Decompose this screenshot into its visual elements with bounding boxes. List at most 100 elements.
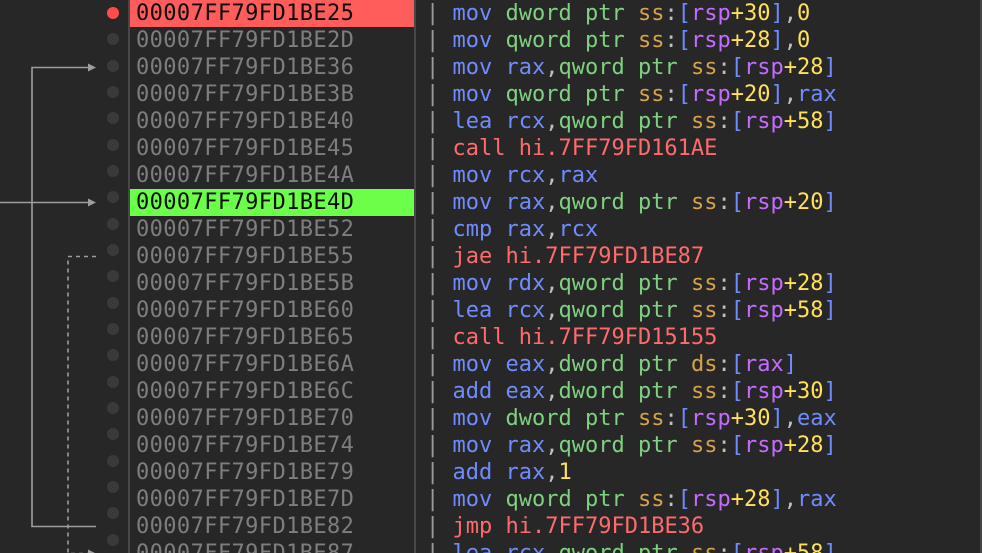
address-cell[interactable]: 00007FF79FD1BE52 [130, 216, 414, 243]
breakpoint-cell[interactable] [98, 158, 128, 184]
address-cell[interactable]: 00007FF79FD1BE3B [130, 81, 414, 108]
disassembly-cell[interactable]: | mov qword ptr ss:[rsp+28],rax [416, 486, 980, 513]
breakpoint-cell[interactable] [98, 474, 128, 500]
breakpoint-dot-icon[interactable] [107, 60, 119, 72]
breakpoint-dot-icon[interactable] [107, 139, 119, 151]
asm-token: call [453, 135, 506, 162]
address-cell[interactable]: 00007FF79FD1BE65 [130, 324, 414, 351]
disassembly-cell[interactable]: | mov qword ptr ss:[rsp+28],0 [416, 27, 980, 54]
disassembly-cell[interactable]: | lea rcx,qword ptr ss:[rsp+58] [416, 297, 980, 324]
breakpoint-cell[interactable] [98, 316, 128, 342]
disassembly-cell[interactable]: | mov rax,qword ptr ss:[rsp+28] [416, 432, 980, 459]
disassembly-cell[interactable]: | call hi.7FF79FD161AE [416, 135, 980, 162]
breakpoint-cell[interactable] [98, 395, 128, 421]
asm-token: ss [638, 0, 665, 27]
breakpoint-dot-icon[interactable] [107, 428, 119, 440]
address-cell[interactable]: 00007FF79FD1BE5B [130, 270, 414, 297]
asm-token: rax [797, 486, 837, 513]
address-cell[interactable]: 00007FF79FD1BE4A [130, 162, 414, 189]
breakpoint-cell[interactable] [98, 184, 128, 210]
disassembly-cell[interactable]: | cmp rax,rcx [416, 216, 980, 243]
breakpoint-cell[interactable] [98, 132, 128, 158]
breakpoint-cell[interactable] [98, 342, 128, 368]
breakpoint-cell[interactable] [98, 79, 128, 105]
breakpoint-cell[interactable] [98, 421, 128, 447]
disassembly-cell[interactable]: | mov rcx,rax [416, 162, 980, 189]
breakpoint-cell[interactable] [98, 211, 128, 237]
disassembly-cell[interactable]: | mov rax,qword ptr ss:[rsp+28] [416, 54, 980, 81]
disassembly-cell[interactable]: | call hi.7FF79FD15155 [416, 324, 980, 351]
address-cell[interactable]: 00007FF79FD1BE55 [130, 243, 414, 270]
asm-token: mov [453, 189, 493, 216]
breakpoint-dot-icon[interactable] [107, 33, 119, 45]
breakpoint-dot-icon[interactable] [107, 481, 119, 493]
breakpoint-cell[interactable] [98, 500, 128, 526]
breakpoint-cell[interactable] [98, 527, 128, 553]
address-cell[interactable]: 00007FF79FD1BE25 [130, 0, 414, 27]
breakpoint-dot-icon[interactable] [107, 376, 119, 388]
breakpoint-dot-icon[interactable] [107, 165, 119, 177]
breakpoint-dot-icon[interactable] [107, 402, 119, 414]
breakpoint-cell[interactable] [98, 369, 128, 395]
disassembly-cell[interactable]: | jmp hi.7FF79FD1BE36 [416, 513, 980, 540]
disassembly-cell[interactable]: | mov dword ptr ss:[rsp+30],0 [416, 0, 980, 27]
asm-token: ] [770, 0, 783, 27]
breakpoint-dot-icon[interactable] [107, 507, 119, 519]
asm-token: qword ptr [559, 540, 678, 553]
column-separator-icon: | [426, 135, 453, 162]
address-cell[interactable]: 00007FF79FD1BE82 [130, 513, 414, 540]
asm-token: +58 [784, 297, 824, 324]
breakpoint-dot-icon[interactable] [107, 191, 119, 203]
address-cell[interactable]: 00007FF79FD1BE79 [130, 459, 414, 486]
breakpoint-cell[interactable] [98, 290, 128, 316]
breakpoint-cell[interactable] [98, 26, 128, 52]
breakpoint-dot-icon[interactable] [107, 534, 119, 546]
address-cell[interactable]: 00007FF79FD1BE70 [130, 405, 414, 432]
disassembly-cell[interactable]: | mov eax,dword ptr ds:[rax] [416, 351, 980, 378]
address-cell[interactable]: 00007FF79FD1BE60 [130, 297, 414, 324]
address-column[interactable]: 00007FF79FD1BE2500007FF79FD1BE2D00007FF7… [128, 0, 416, 553]
asm-token: hi.7FF79FD161AE [519, 135, 718, 162]
address-cell[interactable]: 00007FF79FD1BE7D [130, 486, 414, 513]
breakpoint-cell[interactable] [98, 448, 128, 474]
disassembly-cell[interactable]: | mov qword ptr ss:[rsp+20],rax [416, 81, 980, 108]
address-cell[interactable]: 00007FF79FD1BE74 [130, 432, 414, 459]
address-cell[interactable]: 00007FF79FD1BE40 [130, 108, 414, 135]
address-cell[interactable]: 00007FF79FD1BE6C [130, 378, 414, 405]
breakpoint-cell[interactable] [98, 0, 128, 26]
address-cell[interactable]: 00007FF79FD1BE2D [130, 27, 414, 54]
disassembly-cell[interactable]: | add rax,1 [416, 459, 980, 486]
disassembly-cell[interactable]: | jae hi.7FF79FD1BE87 [416, 243, 980, 270]
disassembly-cell[interactable]: | lea rcx,qword ptr ss:[rsp+58] [416, 540, 980, 553]
breakpoint-cell[interactable] [98, 237, 128, 263]
address-cell[interactable]: 00007FF79FD1BE36 [130, 54, 414, 81]
address-cell[interactable]: 00007FF79FD1BE87 [130, 540, 414, 553]
breakpoint-dot-icon[interactable] [107, 112, 119, 124]
asm-token: [ [731, 108, 744, 135]
disassembly-cell[interactable]: | mov rdx,qword ptr ss:[rsp+28] [416, 270, 980, 297]
breakpoint-cell[interactable] [98, 263, 128, 289]
breakpoint-cell[interactable] [98, 105, 128, 131]
breakpoint-gutter[interactable] [98, 0, 128, 553]
disassembly-cell[interactable]: | mov dword ptr ss:[rsp+30],eax [416, 405, 980, 432]
address-cell[interactable]: 00007FF79FD1BE4D [130, 189, 414, 216]
breakpoint-dot-icon[interactable] [107, 323, 119, 335]
address-cell[interactable]: 00007FF79FD1BE45 [130, 135, 414, 162]
breakpoint-dot-icon[interactable] [107, 297, 119, 309]
breakpoint-dot-icon[interactable] [107, 218, 119, 230]
asm-token [492, 162, 505, 189]
breakpoint-dot-icon[interactable] [107, 86, 119, 98]
address-cell[interactable]: 00007FF79FD1BE6A [130, 351, 414, 378]
breakpoint-dot-icon[interactable] [107, 244, 119, 256]
disassembly-cell[interactable]: | add eax,dword ptr ss:[rsp+30] [416, 378, 980, 405]
column-separator-icon: | [426, 459, 453, 486]
asm-token: , [545, 216, 558, 243]
disassembly-cell[interactable]: | lea rcx,qword ptr ss:[rsp+58] [416, 108, 980, 135]
breakpoint-dot-icon[interactable] [107, 270, 119, 282]
disassembly-cell[interactable]: | mov rax,qword ptr ss:[rsp+20] [416, 189, 980, 216]
breakpoint-cell[interactable] [98, 53, 128, 79]
disassembly-column[interactable]: | mov dword ptr ss:[rsp+30],0| mov qword… [416, 0, 982, 553]
breakpoint-dot-icon[interactable] [107, 455, 119, 467]
breakpoint-dot-icon[interactable] [107, 349, 119, 361]
breakpoint-dot-active-icon[interactable] [107, 7, 119, 19]
